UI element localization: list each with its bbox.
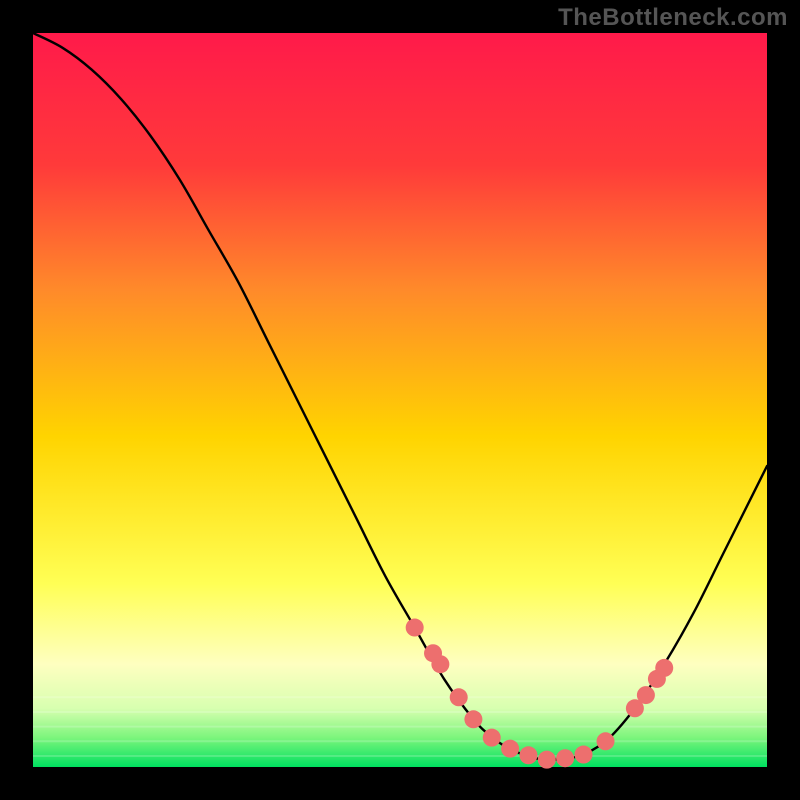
bottleneck-curve-chart xyxy=(0,0,800,800)
plot-background xyxy=(33,33,767,767)
curve-marker xyxy=(637,686,655,704)
curve-marker xyxy=(483,729,501,747)
curve-marker xyxy=(655,659,673,677)
curve-marker xyxy=(450,688,468,706)
curve-marker xyxy=(431,655,449,673)
watermark-text: TheBottleneck.com xyxy=(558,4,788,32)
curve-marker xyxy=(538,751,556,769)
chart-frame: TheBottleneck.com xyxy=(0,0,800,800)
curve-marker xyxy=(519,746,537,764)
curve-marker xyxy=(464,710,482,728)
curve-marker xyxy=(575,746,593,764)
curve-marker xyxy=(501,740,519,758)
curve-marker xyxy=(597,732,615,750)
curve-marker xyxy=(406,619,424,637)
curve-marker xyxy=(556,749,574,767)
